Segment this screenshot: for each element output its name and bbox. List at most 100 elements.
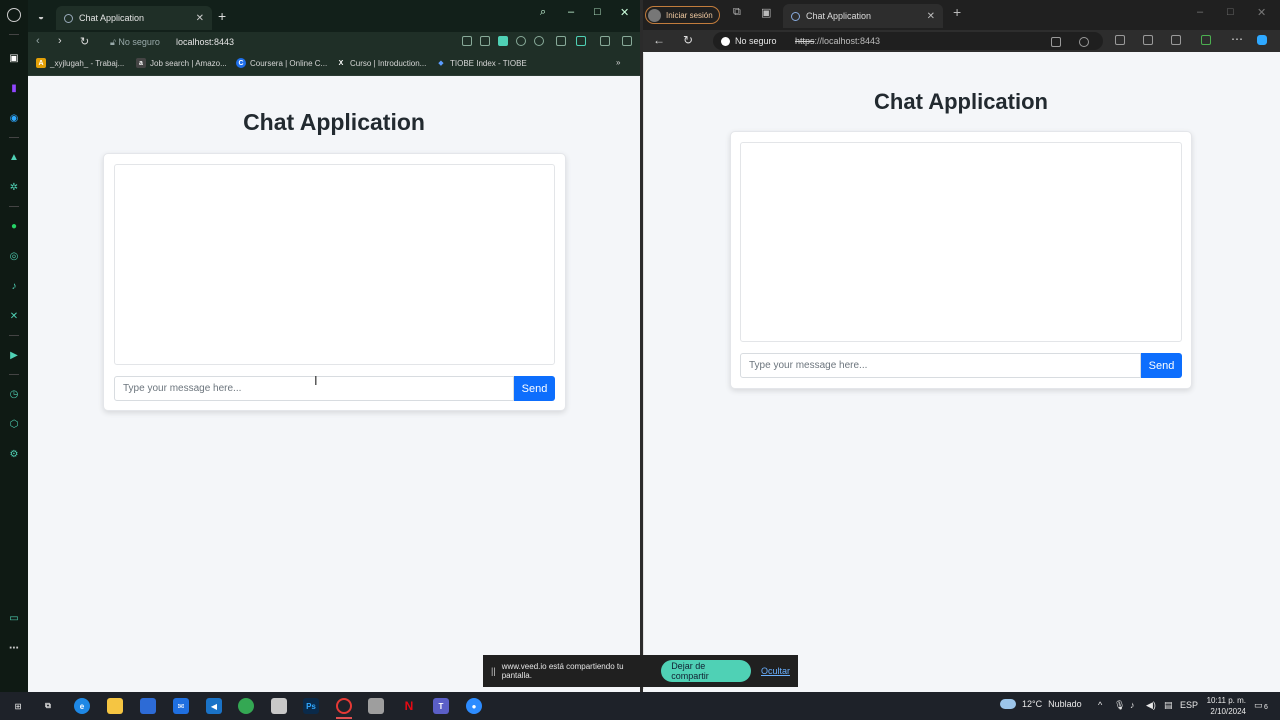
chat-messages-area[interactable] — [114, 164, 555, 365]
read-aloud-icon[interactable] — [1051, 37, 1061, 47]
download-icon[interactable] — [600, 36, 610, 46]
weather-widget[interactable]: 12°C Nublado — [1000, 699, 1082, 709]
security-indicator[interactable]: No seguro — [721, 36, 777, 46]
colorful-app-icon[interactable] — [238, 698, 254, 714]
shopping-icon[interactable]: ▣ — [7, 51, 21, 65]
teams-icon[interactable]: T — [433, 698, 449, 714]
snapshot-camera-icon[interactable] — [480, 36, 490, 46]
tray-chevron-icon[interactable]: ^ — [1098, 700, 1102, 710]
documents-icon[interactable] — [368, 698, 384, 714]
system-clock[interactable]: 10:11 p. m. 2/10/2024 — [1196, 695, 1246, 717]
new-tab-plus-icon[interactable]: + — [953, 4, 961, 20]
instagram-icon[interactable]: ◎ — [7, 249, 21, 263]
bookmark-item[interactable]: A _xyjlugah_ - Trabaj... — [36, 58, 124, 68]
reload-icon[interactable]: ↻ — [683, 33, 693, 47]
chat-messages-area[interactable] — [740, 142, 1182, 342]
extensions-icon[interactable]: ⬡ — [7, 417, 21, 431]
bookmark-item[interactable]: X Curso | Introduction... — [336, 58, 427, 68]
aria-icon[interactable] — [576, 36, 586, 46]
easy-setup-icon[interactable] — [622, 36, 632, 46]
cube-icon[interactable] — [556, 36, 566, 46]
photoshop-icon[interactable]: Ps — [303, 698, 319, 714]
copilot-icon[interactable] — [1257, 35, 1267, 45]
store-icon[interactable] — [140, 698, 156, 714]
send-button[interactable]: Send — [514, 376, 555, 401]
security-indicator[interactable]: 🔓︎ No seguro — [110, 37, 160, 48]
speaker-icon[interactable]: ♪ — [1130, 700, 1135, 710]
bookmark-item[interactable]: a Job search | Amazo... — [136, 58, 227, 68]
edge-icon[interactable]: e — [74, 698, 90, 714]
collections-icon[interactable] — [1171, 35, 1181, 45]
extensions-icon[interactable] — [462, 36, 472, 46]
chatgpt-icon[interactable]: ✲ — [7, 180, 21, 194]
microphone-icon[interactable]: 🎙︎ — [1114, 700, 1125, 711]
more-options-icon[interactable]: ⋯ — [1231, 32, 1243, 46]
new-tab-plus-icon[interactable]: + — [218, 8, 226, 24]
settings-gear-icon[interactable]: ⚙ — [7, 447, 21, 461]
tab-chat-application[interactable]: Chat Application ✕ — [783, 4, 943, 28]
more-dots-icon[interactable]: ⋯ — [7, 641, 21, 655]
tiktok-icon[interactable]: ♪ — [7, 279, 21, 293]
back-icon[interactable]: ← — [653, 33, 665, 47]
split-screen-icon[interactable] — [1115, 35, 1125, 45]
x-twitter-icon[interactable]: ✕ — [7, 309, 21, 323]
send-button[interactable]: Send — [1141, 353, 1182, 378]
close-window-icon[interactable]: ✕ — [1257, 6, 1266, 19]
message-input[interactable]: Type your message here... — [740, 353, 1141, 378]
twitch-icon[interactable]: ▮ — [7, 81, 21, 95]
hide-banner-link[interactable]: Ocultar — [761, 666, 790, 676]
heart-bookmark-icon[interactable] — [534, 36, 544, 46]
minimize-icon[interactable]: – — [568, 6, 574, 18]
tab-close-icon[interactable]: ✕ — [196, 13, 204, 24]
notifications-icon[interactable]: ▭ — [1254, 700, 1263, 711]
tab-chat-application[interactable]: Chat Application ✕ — [56, 6, 212, 30]
maximize-icon[interactable]: □ — [594, 6, 601, 18]
minimize-icon[interactable]: – — [1197, 6, 1203, 18]
netflix-icon[interactable]: N — [401, 698, 417, 714]
player-icon[interactable]: ▶ — [7, 348, 21, 362]
workspaces-icon[interactable]: ⧉ — [733, 6, 741, 19]
url-field[interactable]: localhost:8443 — [176, 37, 234, 47]
tab-close-icon[interactable]: ✕ — [927, 11, 935, 22]
back-icon[interactable]: ‹ — [36, 35, 40, 47]
windows-start-icon[interactable]: ⊞ — [10, 698, 26, 714]
mail-icon[interactable]: ✉ — [173, 698, 189, 714]
vscode-icon[interactable]: ◀ — [206, 698, 222, 714]
bookmark-item[interactable]: C Coursera | Online C... — [236, 58, 327, 68]
vertical-tabs-icon[interactable]: ▣ — [761, 6, 771, 19]
favorite-star-icon[interactable] — [1079, 37, 1089, 47]
maximize-icon[interactable]: □ — [1227, 6, 1234, 18]
bookmarks-overflow-icon[interactable]: » — [616, 58, 620, 67]
stop-sharing-button[interactable]: Dejar de compartir — [661, 660, 751, 682]
profile-sign-in-button[interactable]: Iniciar sesión — [645, 6, 720, 24]
file-explorer-icon[interactable] — [107, 698, 123, 714]
search-tabs-icon[interactable]: ⌕ — [540, 6, 546, 19]
opera-logo-icon[interactable] — [7, 8, 21, 22]
zoom-icon[interactable]: ● — [466, 698, 482, 714]
notification-count-badge: 6 — [1264, 704, 1268, 711]
aria-ai-icon[interactable]: ▲ — [7, 150, 21, 164]
bookmark-favicon-icon: a — [136, 58, 146, 68]
favorites-icon[interactable] — [1143, 35, 1153, 45]
opera-icon[interactable] — [336, 698, 352, 714]
notepad-icon[interactable] — [271, 698, 287, 714]
forward-icon[interactable]: › — [58, 35, 62, 47]
whatsapp-icon[interactable]: ● — [7, 219, 21, 233]
volume-icon[interactable]: ◀) — [1146, 700, 1156, 711]
task-view-icon[interactable]: ⧉ — [40, 698, 56, 714]
url-field[interactable]: No seguro https://localhost:8443 — [713, 32, 1103, 50]
drag-handle-icon[interactable]: || — [491, 666, 496, 676]
close-window-icon[interactable]: ✕ — [620, 6, 629, 19]
url-text: https://localhost:8443 — [795, 36, 880, 46]
messenger-icon[interactable]: ◉ — [7, 111, 21, 125]
reload-icon[interactable]: ↻ — [80, 35, 89, 48]
page-title: Chat Application — [243, 109, 425, 135]
vpn-shield-icon[interactable] — [498, 36, 508, 46]
extensions-icon[interactable] — [1201, 35, 1211, 45]
bookmark-item[interactable]: ◆ TIOBE Index - TIOBE — [436, 58, 526, 68]
history-icon[interactable]: ◷ — [7, 387, 21, 401]
play-icon[interactable] — [516, 36, 526, 46]
workspaces-icon[interactable]: ▭ — [7, 611, 21, 625]
network-icon[interactable]: ▤ — [1164, 700, 1173, 711]
gamepad-icon[interactable]: ◒ — [34, 10, 48, 24]
